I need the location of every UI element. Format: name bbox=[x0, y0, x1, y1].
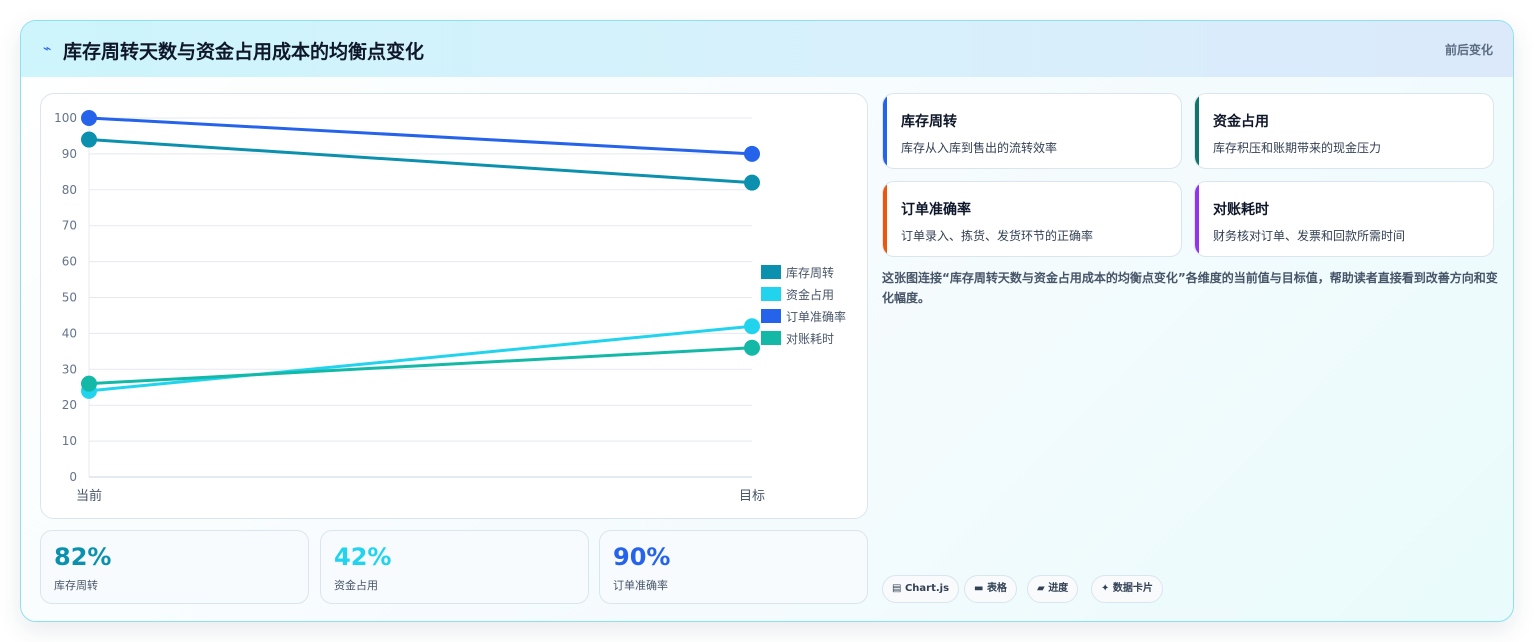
dimension-card-inventory: 库存周转 库存从入库到售出的流转效率 bbox=[882, 93, 1182, 169]
accent-bar bbox=[883, 94, 887, 168]
chart-icon: ▤ bbox=[892, 583, 902, 594]
data-point bbox=[81, 110, 97, 126]
dimension-desc: 库存从入库到售出的流转效率 bbox=[901, 141, 1058, 155]
y-tick-label: 50 bbox=[62, 291, 77, 305]
y-tick-label: 80 bbox=[62, 183, 77, 197]
sparkle-icon: ✦ bbox=[1101, 583, 1110, 594]
y-tick-label: 40 bbox=[62, 326, 77, 340]
dimension-title: 资金占用 bbox=[1213, 114, 1269, 130]
dimension-title: 订单准确率 bbox=[901, 202, 971, 218]
y-tick-label: 0 bbox=[69, 470, 77, 484]
stat-label: 订单准确率 bbox=[613, 579, 668, 592]
tag-label: Chart.js bbox=[904, 583, 950, 594]
y-tick-label: 30 bbox=[62, 362, 77, 376]
tag-table[interactable]: ▬ 表格 bbox=[964, 575, 1017, 603]
y-tick-label: 20 bbox=[62, 398, 77, 412]
series-line bbox=[88, 138, 753, 185]
tag-chartjs[interactable]: ▤ Chart.js bbox=[882, 575, 960, 603]
header-tag: 前后变化 bbox=[1444, 43, 1493, 57]
legend-swatch bbox=[761, 309, 781, 323]
legend-swatch bbox=[761, 287, 781, 301]
data-point bbox=[81, 375, 97, 392]
dimension-desc: 库存积压和账期带来的现金压力 bbox=[1213, 141, 1382, 155]
series-line bbox=[88, 346, 753, 386]
dimension-card-reconcile: 对账耗时 财务核对订单、发票和回款所需时间 bbox=[1194, 181, 1494, 257]
y-tick-label: 60 bbox=[62, 255, 77, 269]
y-tick-label: 90 bbox=[62, 147, 77, 161]
x-tick-label: 当前 bbox=[76, 488, 102, 504]
stat-card-accuracy: 90% 订单准确率 bbox=[599, 530, 868, 604]
y-tick-label: 10 bbox=[62, 434, 77, 448]
tag-label: 进度 bbox=[1048, 583, 1069, 594]
dimension-desc: 财务核对订单、发票和回款所需时间 bbox=[1213, 229, 1406, 243]
stat-value: 82% bbox=[54, 543, 112, 571]
dimension-title: 对账耗时 bbox=[1213, 202, 1269, 218]
tag-data-card[interactable]: ✦ 数据卡片 bbox=[1091, 575, 1163, 603]
data-point bbox=[81, 131, 97, 148]
progress-icon: ▰ bbox=[1037, 583, 1045, 594]
legend-label: 对账耗时 bbox=[786, 332, 834, 346]
data-point bbox=[744, 318, 760, 335]
accent-bar bbox=[1195, 94, 1199, 168]
y-tick-label: 100 bbox=[54, 111, 77, 125]
accent-bar bbox=[1195, 182, 1199, 256]
data-point bbox=[744, 339, 760, 356]
x-tick-label: 目标 bbox=[739, 489, 765, 504]
tag-label: 数据卡片 bbox=[1112, 583, 1153, 594]
stat-card-capital: 42% 资金占用 bbox=[320, 530, 589, 604]
legend-label: 库存周转 bbox=[786, 265, 834, 280]
stat-value: 42% bbox=[334, 543, 392, 571]
legend-label: 资金占用 bbox=[786, 287, 834, 302]
line-chart: 0 10 20 30 40 50 60 70 80 90 100 当前 目标 库存周转资金占用订单准确率对… bbox=[40, 93, 868, 519]
y-tick-label: 70 bbox=[62, 219, 77, 233]
dimension-desc: 订单录入、拣货、发货环节的正确率 bbox=[901, 229, 1094, 243]
accent-bar bbox=[883, 182, 887, 256]
series-line bbox=[88, 116, 753, 156]
legend-label: 订单准确率 bbox=[786, 309, 846, 324]
dimension-card-accuracy: 订单准确率 订单录入、拣货、发货环节的正确率 bbox=[882, 181, 1182, 257]
stat-value: 90% bbox=[613, 543, 671, 571]
data-point bbox=[744, 174, 760, 191]
page-title: 库存周转天数与资金占用成本的均衡点变化 bbox=[63, 41, 425, 63]
card-header: ⌁ 库存周转天数与资金占用成本的均衡点变化 前后变化 bbox=[21, 21, 1513, 77]
dimension-title: 库存周转 bbox=[901, 114, 957, 130]
pulse-icon: ⌁ bbox=[43, 41, 52, 57]
chart-canvas: 0 10 20 30 40 50 60 70 80 90 100 当前 目标 库存周转资金占用订单准确率对… bbox=[54, 110, 846, 504]
dimension-card-capital: 资金占用 库存积压和账期带来的现金压力 bbox=[1194, 93, 1494, 169]
tag-progress[interactable]: ▰ 进度 bbox=[1027, 575, 1079, 603]
stat-card-inventory: 82% 库存周转 bbox=[40, 530, 309, 604]
legend-swatch bbox=[761, 265, 781, 279]
chart-description: 这张图连接“库存周转天数与资金占用成本的均衡点变化”各维度的当前值与目标值，帮助… bbox=[882, 271, 1498, 305]
tag-label: 表格 bbox=[986, 583, 1007, 594]
main-card: ⌁ 库存周转天数与资金占用成本的均衡点变化 前后变化 0 10 20 30 40 50 60… bbox=[20, 20, 1514, 622]
series-line bbox=[88, 324, 753, 393]
data-point bbox=[744, 145, 760, 162]
stat-label: 资金占用 bbox=[334, 579, 378, 592]
stat-label: 库存周转 bbox=[54, 579, 98, 592]
legend-swatch bbox=[761, 331, 781, 345]
table-icon: ▬ bbox=[974, 583, 984, 594]
